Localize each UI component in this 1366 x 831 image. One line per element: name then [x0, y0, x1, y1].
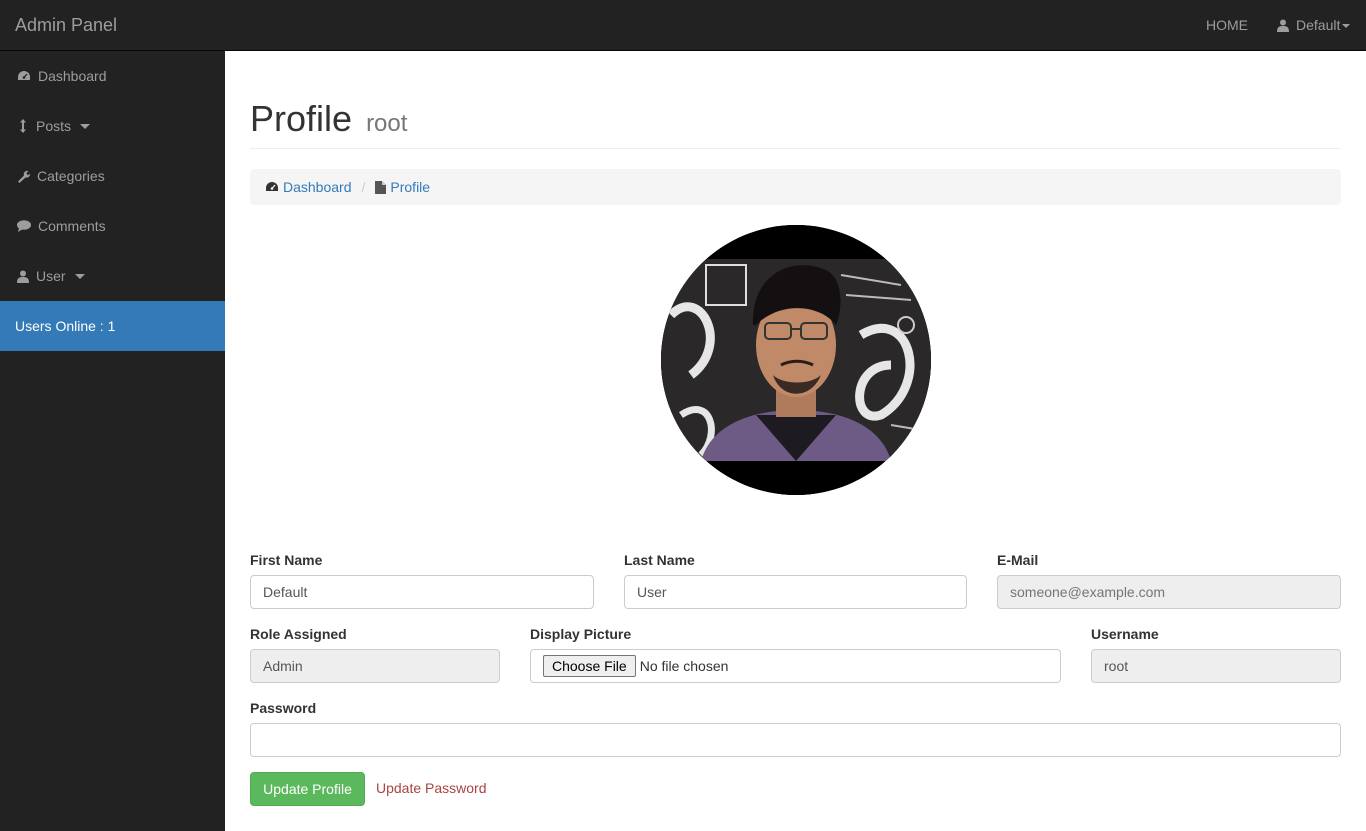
sidebar-item-categories[interactable]: Categories [0, 151, 225, 201]
breadcrumb-label: Dashboard [283, 179, 352, 195]
dashboard-icon [18, 71, 30, 80]
sidebar-item-label: Posts [36, 118, 72, 134]
username-input[interactable] [1091, 649, 1341, 683]
username-label: Username [1091, 626, 1159, 642]
update-password-link[interactable]: Update Password [376, 780, 487, 797]
page-title-text: Profile [250, 98, 353, 139]
dashboard-icon [266, 182, 278, 191]
update-profile-button[interactable]: Update Profile [250, 772, 365, 806]
chevron-down-icon [74, 273, 85, 279]
arrows-v-icon [20, 119, 26, 133]
email-label: E-Mail [997, 552, 1039, 568]
last-name-input[interactable] [624, 575, 967, 609]
user-icon [1277, 19, 1289, 32]
first-name-label: First Name [250, 552, 323, 568]
brand-title[interactable]: Admin Panel [15, 14, 117, 36]
nav-user-dropdown[interactable]: Default [1277, 17, 1351, 34]
file-status-text: No file chosen [639, 658, 729, 674]
nav-home-link[interactable]: HOME [1206, 17, 1248, 34]
user-icon [17, 270, 29, 283]
role-label: Role Assigned [250, 626, 347, 642]
display-picture-label: Display Picture [530, 626, 632, 642]
wrench-icon [18, 170, 30, 183]
sidebar-item-comments[interactable]: Comments [0, 201, 225, 251]
breadcrumb-label: Profile [390, 179, 431, 195]
password-input[interactable] [250, 723, 1341, 757]
display-picture-input[interactable]: Choose File No file chosen [530, 649, 1061, 683]
sidebar-item-user[interactable]: User [0, 251, 225, 301]
sidebar-item-label: Categories [37, 168, 105, 184]
title-divider [250, 148, 1341, 149]
last-name-label: Last Name [624, 552, 695, 568]
first-name-input[interactable] [250, 575, 594, 609]
password-label: Password [250, 700, 317, 716]
page-subtitle: root [366, 110, 408, 137]
sidebar-item-dashboard[interactable]: Dashboard [0, 51, 225, 101]
sidebar-item-label: Comments [38, 218, 106, 234]
breadcrumb-separator: / [361, 179, 366, 195]
top-navbar: Admin Panel HOME Default [0, 0, 1366, 51]
users-online-badge: Users Online : 1 [0, 301, 225, 351]
chevron-down-icon [1342, 23, 1351, 28]
chevron-down-icon [80, 123, 91, 129]
role-input[interactable] [250, 649, 500, 683]
sidebar: Dashboard Posts Categories Comments User… [0, 51, 225, 831]
breadcrumb-dashboard[interactable]: Dashboard [265, 179, 352, 195]
sidebar-item-posts[interactable]: Posts [0, 101, 225, 151]
choose-file-button[interactable]: Choose File [543, 655, 636, 677]
file-icon [375, 180, 387, 194]
profile-photo [661, 225, 931, 495]
comment-icon [17, 220, 31, 232]
page-title: Profile root [250, 98, 407, 145]
nav-user-label: Default [1296, 17, 1341, 33]
sidebar-item-label: Dashboard [38, 68, 107, 84]
profile-avatar [661, 225, 931, 495]
sidebar-item-label: User [36, 268, 66, 284]
breadcrumb: Dashboard / Profile [250, 169, 1341, 205]
breadcrumb-profile[interactable]: Profile [375, 179, 430, 195]
email-input[interactable] [997, 575, 1341, 609]
